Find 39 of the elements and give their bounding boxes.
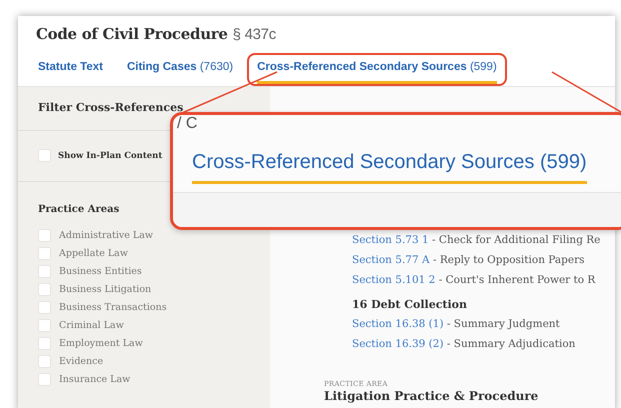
checkbox-label: Appellate Law xyxy=(59,248,128,259)
section-link[interactable]: Section 5.77 A xyxy=(352,254,430,266)
page-title: Code of Civil Procedure § 437c xyxy=(36,25,277,43)
tab[interactable]: Citing Cases (7630) xyxy=(126,55,234,84)
result-line: Section 5.77 A - Reply to Opposition Papers xyxy=(352,253,586,268)
section-link[interactable]: Section 16.38 (1) xyxy=(352,318,444,330)
text-fragment: / C xyxy=(176,115,198,133)
checkbox[interactable] xyxy=(38,265,51,278)
checkbox-label: Business Litigation xyxy=(59,284,152,295)
checkbox[interactable] xyxy=(38,149,51,162)
section-heading: Practice Areas xyxy=(37,203,120,217)
section-link[interactable]: Section 16.39 (2) xyxy=(352,338,444,350)
result-line: Section 16.38 (1) - Summary Judgment xyxy=(352,317,561,332)
tab[interactable]: Cross-Referenced Secondary Sources (599) xyxy=(257,55,497,84)
result-line: Section 5.101 2 - Court's Inherent Power to R xyxy=(352,273,596,288)
checkbox-label: Business Entities xyxy=(59,266,142,277)
checkbox[interactable] xyxy=(38,301,51,314)
checkbox[interactable] xyxy=(38,319,51,332)
tab[interactable]: Cross-Referenced Secondary Sources (599) xyxy=(192,151,587,184)
checkbox-label: Business Transactions xyxy=(59,302,167,313)
checkbox[interactable] xyxy=(38,373,51,386)
tab[interactable]: Statute Text xyxy=(38,55,103,84)
checkbox-label: Administrative Law xyxy=(59,230,154,241)
checkbox-label: Insurance Law xyxy=(59,374,130,385)
checkbox[interactable] xyxy=(38,283,51,296)
checkbox-label: Employment Law xyxy=(59,338,143,349)
checkbox-label: Evidence xyxy=(59,356,104,367)
checkbox[interactable] xyxy=(38,229,51,242)
result-line: Section 16.39 (2) - Summary Adjudication xyxy=(352,337,576,352)
checkbox[interactable] xyxy=(38,247,51,260)
group-heading: 16 Debt Collection xyxy=(352,297,468,313)
checkbox[interactable] xyxy=(38,337,51,350)
checkbox[interactable] xyxy=(38,355,51,368)
checkbox-label: Show In-Plan Content xyxy=(58,150,162,160)
section-link[interactable]: Section 5.73 1 xyxy=(352,234,429,246)
category-title: Litigation Practice & Procedure xyxy=(324,389,540,403)
checkbox-label: Criminal Law xyxy=(59,320,124,331)
result-line: Section 5.73 1 - Check for Additional Filing Re xyxy=(352,233,602,248)
section-link[interactable]: Section 5.101 2 xyxy=(352,274,436,286)
